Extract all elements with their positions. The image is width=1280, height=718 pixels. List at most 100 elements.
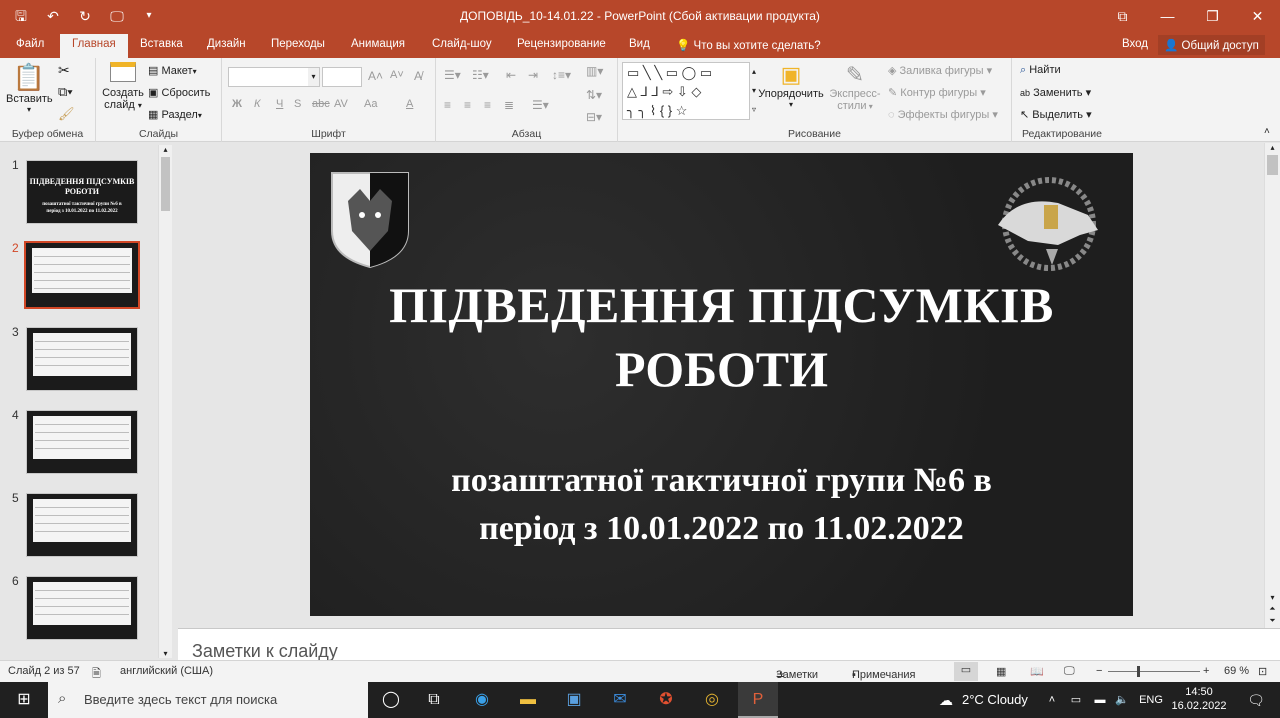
change-case-button[interactable]: Aa [364,98,377,110]
scroll-thumb[interactable] [161,157,170,211]
new-slide-button[interactable]: Создать слайд ▾ [100,62,146,111]
notes-pane[interactable]: Заметки к слайду [178,628,1280,661]
volume-icon[interactable]: 🔈 [1112,682,1132,718]
copy-icon[interactable]: ⧉▾ [58,84,73,100]
previous-slide-icon[interactable]: ⏶ [1265,604,1280,614]
scroll-up-icon[interactable]: ▴ [1265,143,1280,152]
italic-button[interactable]: К [254,98,260,110]
strikethrough-button[interactable]: abc [312,98,330,110]
cortana-icon[interactable]: ◯ [372,682,410,718]
shadow-button[interactable]: S [294,98,301,110]
quick-styles-button[interactable]: ✎ Экспресс- стили ▾ [826,62,884,112]
share-button[interactable]: 👤 Общий доступ [1158,35,1265,55]
increase-font-icon[interactable]: A˄ [368,69,383,83]
tell-me-box[interactable]: 💡 Что вы хотите сделать? [676,38,821,52]
input-language[interactable]: ENG [1136,682,1166,718]
underline-button[interactable]: Ч [276,98,283,110]
text-direction-icon[interactable]: ⇅▾ [586,88,602,102]
shape-fill-button[interactable]: ◈ Заливка фигуры ▾ [888,64,992,77]
tab-home[interactable]: Главная [60,34,128,58]
minimize-button[interactable]: — [1145,0,1190,32]
section-button[interactable]: ▦ Раздел▾ [148,108,202,121]
font-size-input[interactable] [322,67,362,87]
current-slide[interactable]: ПІДВЕДЕННЯ ПІДСУМКІВ РОБОТИ позаштатної … [310,153,1133,616]
tab-file[interactable]: Файл [16,38,44,50]
columns-icon[interactable]: ▥▾ [586,64,603,78]
app-icon[interactable]: ✪ [646,682,686,718]
scroll-thumb[interactable] [1267,155,1278,175]
decrease-font-icon[interactable]: A˅ [390,69,404,81]
store-icon[interactable]: ▣ [554,682,594,718]
fit-to-window-icon[interactable]: ⊡ [1258,665,1267,678]
shapes-gallery[interactable]: ▭ ╲ ╲ ▭ ◯ ▭ △ ⅃ ⅃ ⇨ ⇩ ◇ ╮ ╮ ⌇ { } ☆ [622,62,750,120]
notifications-icon[interactable]: 🗨 [1236,682,1276,718]
shape-effects-button[interactable]: ◌ Эффекты фигуры ▾ [888,108,998,121]
align-text-icon[interactable]: ⊟▾ [586,110,602,124]
chrome-icon[interactable]: ◎ [692,682,732,718]
next-slide-icon[interactable]: ⏷ [1265,616,1280,626]
align-left-icon[interactable]: ≡ [444,98,451,112]
slide-thumbnail-6[interactable] [26,576,138,640]
scroll-down-icon[interactable]: ▾ [159,649,172,658]
language-indicator[interactable]: английский (США) [120,665,213,677]
edge-icon[interactable]: ◉ [462,682,502,718]
chevron-up-icon[interactable]: ˄ [1042,682,1062,718]
collapse-ribbon-icon[interactable]: ˄ [1264,126,1270,137]
weather-text[interactable]: 2°C Cloudy [962,682,1036,718]
mail-icon[interactable]: ✉ [600,682,640,718]
tab-animations[interactable]: Анимация [351,38,405,50]
scroll-up-icon[interactable]: ▴ [159,145,172,154]
distributed-icon[interactable]: ☰▾ [532,98,549,112]
slide-thumbnail-1[interactable]: ПІДВЕДЕННЯ ПІДСУМКІВ РОБОТИ позаштатної … [26,160,138,224]
tab-insert[interactable]: Вставка [140,38,183,50]
zoom-slider[interactable] [1108,671,1200,672]
thumbnail-scrollbar[interactable]: ▴ ▾ [158,145,172,658]
tab-view[interactable]: Вид [629,38,650,50]
font-name-dropdown[interactable]: ▾ [308,67,320,87]
slide-thumbnail-4[interactable] [26,410,138,474]
zoom-in-icon[interactable]: + [1203,665,1209,677]
zoom-slider-thumb[interactable] [1137,666,1141,677]
char-spacing-button[interactable]: AV [334,98,348,110]
shape-outline-button[interactable]: ✎ Контур фигуры ▾ [888,86,986,99]
windows-start-icon[interactable]: ⊞ [0,682,48,718]
bold-button[interactable]: Ж [232,98,242,110]
format-painter-icon[interactable]: 🖌 [58,106,75,122]
taskbar-search-box[interactable]: ⌕ Введите здесь текст для поиска [48,682,368,718]
tab-review[interactable]: Рецензирование [517,38,606,50]
arrange-button[interactable]: ▣ Упорядочить ▾ [756,62,826,109]
clock[interactable]: 14:50 16.02.2022 [1168,682,1230,718]
zoom-level[interactable]: 69 % [1224,665,1249,677]
slide-thumbnail-5[interactable] [26,493,138,557]
slideshow-icon[interactable]: 🖵 [1064,665,1075,678]
paste-button[interactable]: 📋 Вставить ▾ [6,62,53,114]
align-center-icon[interactable]: ≡ [464,98,471,112]
font-name-input[interactable] [228,67,320,87]
tab-design[interactable]: Дизайн [207,38,246,50]
numbering-icon[interactable]: ☷▾ [472,68,489,82]
tab-slideshow[interactable]: Слайд-шоу [432,38,492,50]
ribbon-display-options-icon[interactable]: ⧉ [1100,0,1145,32]
increase-indent-icon[interactable]: ⇥ [528,68,538,82]
justify-icon[interactable]: ≣ [504,98,514,112]
reset-button[interactable]: ▣ Сбросить [148,86,210,99]
decrease-indent-icon[interactable]: ⇤ [506,68,516,82]
align-right-icon[interactable]: ≡ [484,98,491,112]
slide-thumbnail-2[interactable] [24,241,140,309]
slide-thumbnail-3[interactable] [26,327,138,391]
slide-sorter-icon[interactable]: ▦ [996,665,1006,678]
file-explorer-icon[interactable]: ▬ [508,682,548,718]
cut-icon[interactable]: ✂ [58,62,70,79]
line-spacing-icon[interactable]: ↕≡▾ [552,68,571,82]
font-color-button[interactable]: A [406,98,413,110]
network-icon[interactable]: ▭ [1066,682,1086,718]
scroll-down-icon[interactable]: ▾ [1265,593,1280,602]
replace-button[interactable]: ab Заменить ▾ [1020,86,1091,99]
battery-icon[interactable]: ▬ [1090,682,1110,718]
reading-view-icon[interactable]: 📖 [1030,665,1044,678]
restore-button[interactable]: ❐ [1190,0,1235,32]
sign-in-link[interactable]: Вход [1122,38,1148,50]
layout-button[interactable]: ▤ Макет▾ [148,64,197,77]
select-button[interactable]: ↖ Выделить ▾ [1020,108,1092,121]
slide-scrollbar[interactable]: ▴ ▾ ⏶ ⏷ [1264,143,1280,628]
